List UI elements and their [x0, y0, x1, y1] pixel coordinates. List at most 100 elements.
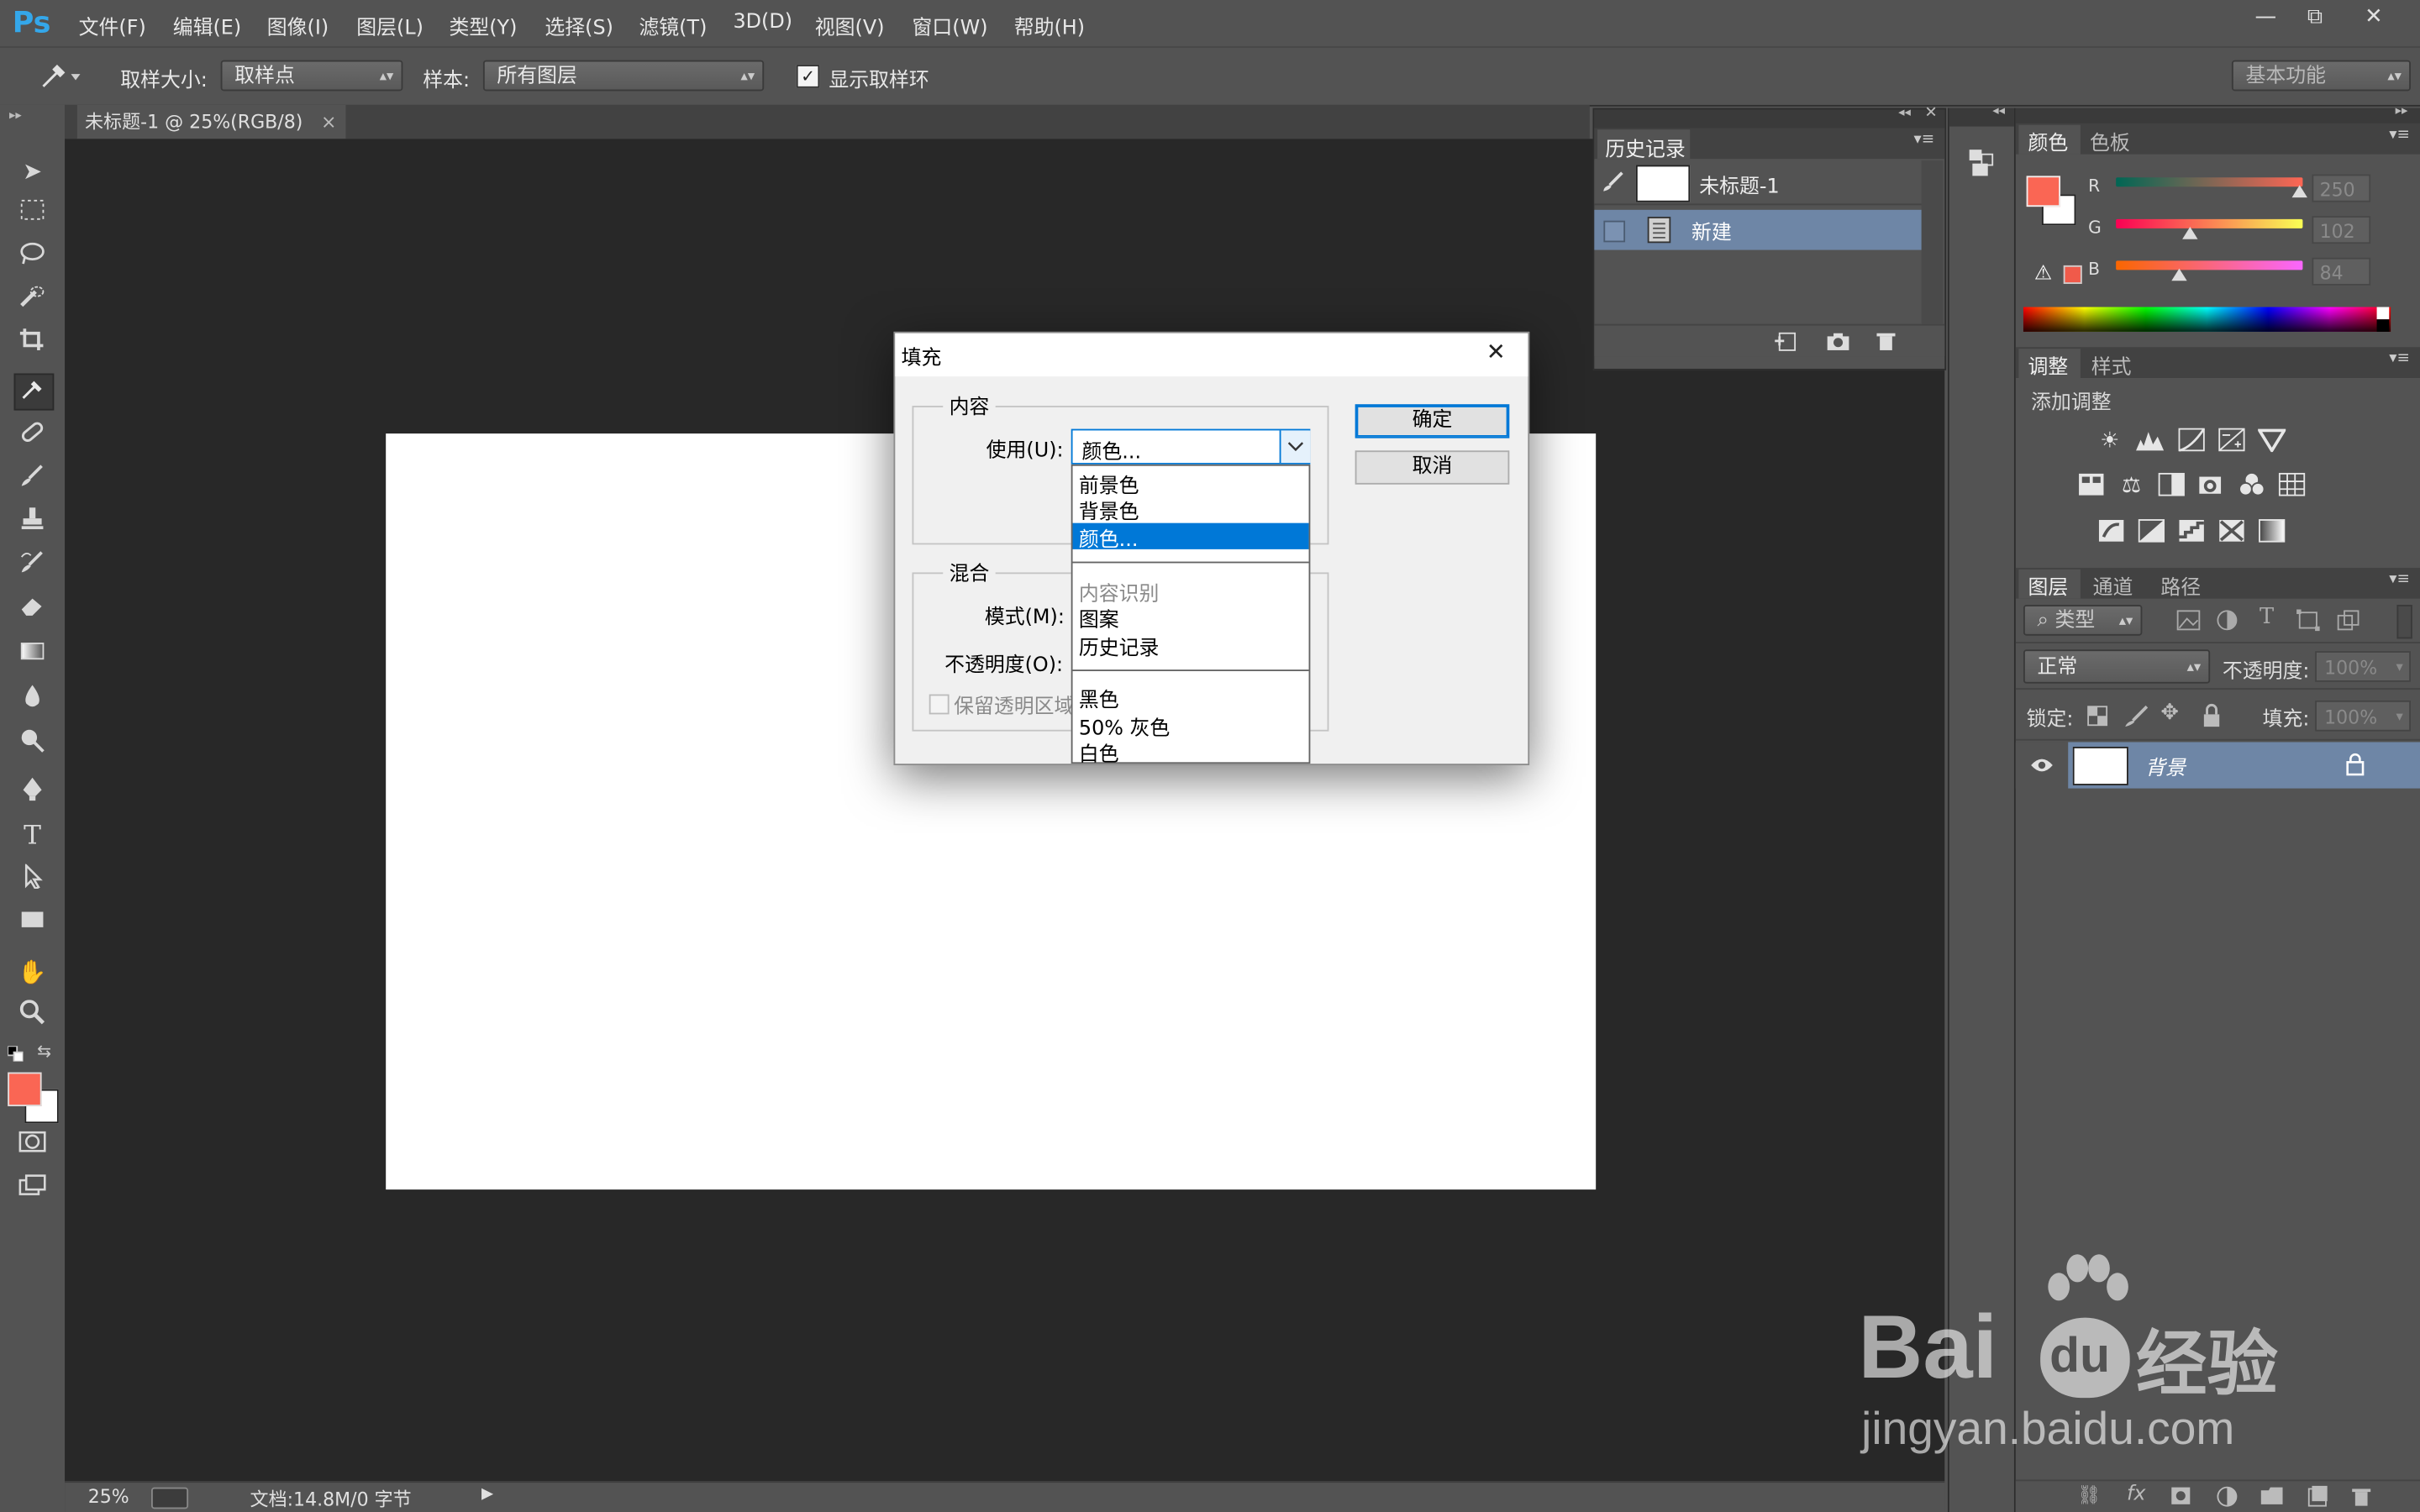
show-ring-checkbox[interactable]: ✓: [796, 65, 820, 88]
option-background[interactable]: 背景色: [1079, 496, 1139, 525]
menu-select[interactable]: 选择(S): [544, 11, 613, 40]
filter-smart-object-icon[interactable]: [2337, 610, 2361, 632]
fill-field[interactable]: 100% ▾: [2315, 700, 2411, 732]
screen-mode-icon[interactable]: [14, 1173, 51, 1206]
use-select[interactable]: 颜色...: [1071, 428, 1311, 465]
hand-tool-icon[interactable]: ✋: [14, 955, 51, 989]
delete-layer-icon[interactable]: [2350, 1486, 2372, 1508]
sample-select[interactable]: 所有图层 ▴▾: [482, 60, 765, 92]
option-foreground[interactable]: 前景色: [1079, 469, 1139, 499]
history-scrollbar[interactable]: [1921, 160, 1944, 324]
trash-icon[interactable]: [1876, 330, 1897, 352]
quick-selection-tool-icon[interactable]: [14, 284, 51, 318]
curves-icon[interactable]: [2176, 428, 2207, 455]
vibrance-icon[interactable]: [2256, 428, 2287, 455]
black-white-icon[interactable]: [2156, 472, 2187, 500]
filter-toggle-switch[interactable]: [2396, 605, 2412, 639]
gamut-warning-icon[interactable]: ⚠: [2034, 262, 2052, 286]
preserve-transparency-checkbox[interactable]: [929, 694, 950, 715]
blend-mode-select[interactable]: 正常 ▴▾: [2023, 649, 2211, 684]
new-layer-icon[interactable]: [2306, 1485, 2328, 1508]
collapse-panel-icon[interactable]: ◂◂: [1898, 105, 1911, 119]
new-adjustment-layer-icon[interactable]: [2217, 1486, 2238, 1508]
color-spectrum-ramp[interactable]: [2023, 307, 2391, 332]
workspace-select[interactable]: 基本功能 ▴▾: [2231, 60, 2411, 92]
use-select-arrow[interactable]: [1279, 430, 1311, 464]
blur-tool-icon[interactable]: [14, 684, 51, 717]
r-slider[interactable]: [2116, 177, 2303, 187]
collapse-icon[interactable]: ▸▸: [9, 108, 22, 123]
color-foreground-swatch[interactable]: [2026, 176, 2061, 207]
path-selection-tool-icon[interactable]: [14, 863, 51, 898]
sample-size-select[interactable]: 取样点 ▴▾: [220, 60, 403, 92]
lock-position-icon[interactable]: ✥: [2160, 701, 2179, 725]
filter-adjustment-icon[interactable]: [2217, 610, 2241, 632]
document-tab[interactable]: 未标题-1 @ 25%(RGB/8) ×: [76, 104, 346, 139]
g-slider[interactable]: [2116, 218, 2303, 228]
close-window-button[interactable]: ✕: [2349, 0, 2399, 34]
camera-icon[interactable]: [1826, 330, 1850, 352]
menu-3d[interactable]: 3D(D): [733, 11, 792, 34]
history-snapshot-row[interactable]: 未标题-1: [1594, 160, 1922, 206]
gradient-tool-icon[interactable]: [14, 638, 51, 672]
dialog-title-bar[interactable]: 填充 ✕: [895, 333, 1528, 377]
menu-view[interactable]: 视图(V): [815, 11, 885, 40]
color-balance-icon[interactable]: ⚖: [2116, 472, 2147, 500]
menu-image[interactable]: 图像(I): [267, 11, 329, 40]
eyedropper-tool-icon[interactable]: [13, 373, 55, 411]
dodge-tool-icon[interactable]: [14, 728, 51, 762]
pen-tool-icon[interactable]: [14, 776, 51, 810]
healing-brush-tool-icon[interactable]: [14, 420, 51, 454]
option-50-gray[interactable]: 50% 灰色: [1079, 711, 1170, 741]
threshold-icon[interactable]: [2176, 518, 2207, 546]
tab-adjustments[interactable]: 调整: [2018, 349, 2081, 380]
filter-type-icon[interactable]: T: [2260, 605, 2274, 629]
foreground-color-swatch[interactable]: [8, 1072, 42, 1106]
minimize-button[interactable]: —: [2241, 0, 2291, 34]
history-state-row[interactable]: 新建: [1594, 209, 1922, 250]
zoom-level[interactable]: 25%: [88, 1486, 129, 1508]
ok-button[interactable]: 确定: [1355, 404, 1510, 438]
rectangle-tool-icon[interactable]: [14, 907, 51, 941]
layer-visibility-cell[interactable]: [2015, 742, 2065, 789]
close-panel-icon[interactable]: ✕: [1924, 105, 1937, 122]
option-white[interactable]: 白色: [1079, 738, 1119, 767]
panel-menu-icon[interactable]: ▾≡: [2389, 571, 2410, 588]
hue-saturation-icon[interactable]: [2075, 472, 2107, 500]
move-tool-icon[interactable]: ➤: [14, 155, 51, 188]
g-slider-handle[interactable]: [2182, 227, 2198, 239]
option-pattern[interactable]: 图案: [1079, 603, 1119, 633]
tab-color[interactable]: 颜色: [2018, 124, 2081, 156]
zoom-tool-icon[interactable]: [14, 1000, 51, 1033]
opacity-field[interactable]: 100% ▾: [2315, 651, 2411, 682]
exposure-icon[interactable]: [2217, 428, 2248, 455]
channel-mixer-icon[interactable]: [2236, 472, 2267, 500]
gamut-color-swatch[interactable]: [2063, 265, 2082, 284]
menu-edit[interactable]: 编辑(E): [173, 11, 241, 40]
r-value-field[interactable]: 250: [2312, 174, 2371, 202]
swap-colors-icon[interactable]: ⇆: [37, 1042, 51, 1062]
restore-button[interactable]: ⧉: [2291, 0, 2340, 34]
tab-swatches[interactable]: 色板: [2090, 127, 2130, 156]
spectrum-black-swatch[interactable]: [2376, 319, 2390, 332]
panel-menu-icon[interactable]: ▾≡: [1914, 131, 1935, 148]
history-brush-tool-icon[interactable]: [14, 549, 51, 583]
menu-help[interactable]: 帮助(H): [1014, 11, 1085, 40]
g-value-field[interactable]: 102: [2312, 216, 2371, 244]
spectrum-white-swatch[interactable]: [2376, 307, 2390, 320]
menu-window[interactable]: 窗口(W): [913, 11, 988, 40]
levels-icon[interactable]: [2134, 428, 2165, 455]
layer-row-background[interactable]: 背景: [2068, 742, 2420, 789]
eyedropper-preset-picker[interactable]: [37, 60, 83, 92]
filter-shape-icon[interactable]: [2296, 609, 2321, 632]
menu-layer[interactable]: 图层(L): [356, 11, 424, 40]
link-layers-icon[interactable]: ⛓: [2077, 1484, 2101, 1506]
add-mask-icon[interactable]: [2170, 1486, 2191, 1506]
tab-history[interactable]: 历史记录: [1597, 129, 1691, 162]
brightness-contrast-icon[interactable]: ☀: [2094, 428, 2125, 455]
expand-dock-icon[interactable]: ◂◂: [1992, 103, 2005, 118]
lock-transparent-icon[interactable]: [2086, 705, 2108, 727]
new-document-from-state-icon[interactable]: [1773, 330, 1797, 352]
invert-icon[interactable]: [2096, 518, 2127, 546]
selective-color-icon[interactable]: [2217, 518, 2248, 546]
